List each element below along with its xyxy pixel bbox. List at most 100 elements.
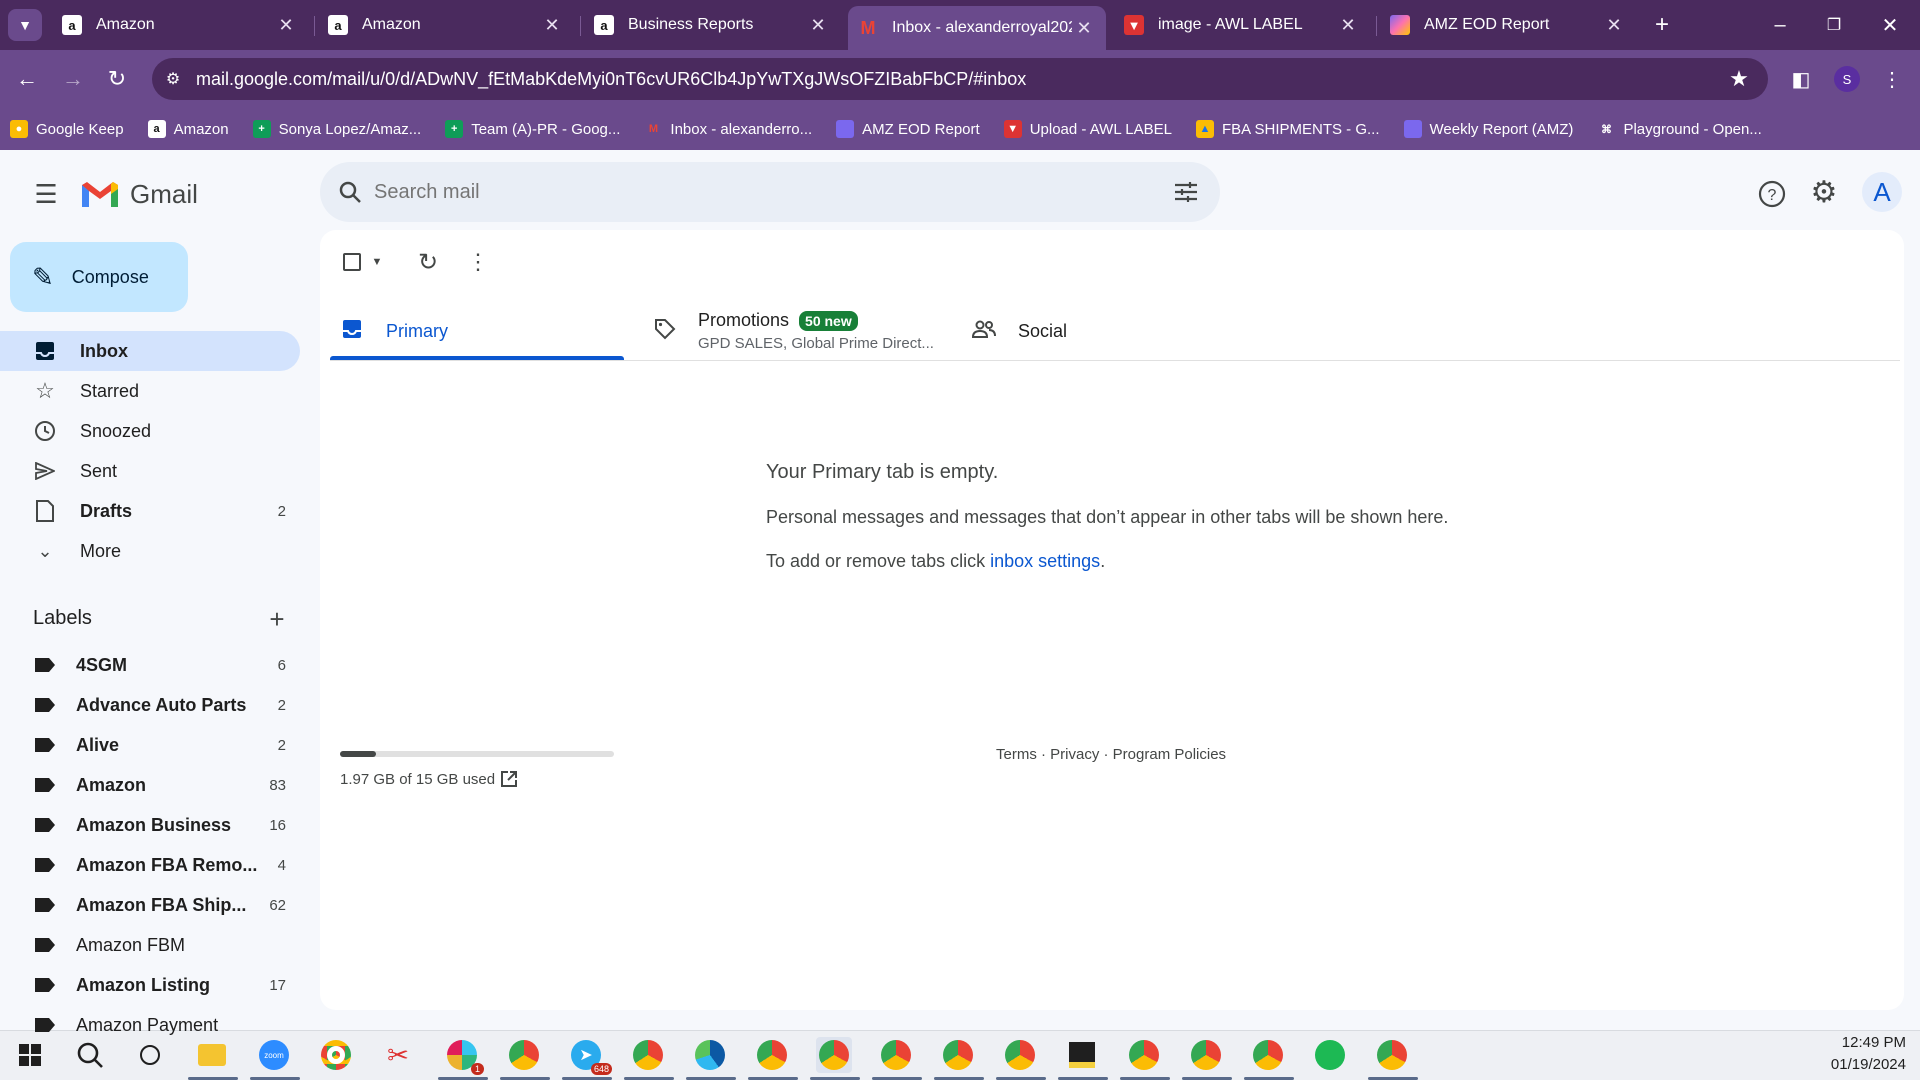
nav-item-snoozed[interactable]: Snoozed <box>0 411 300 451</box>
label-item[interactable]: Amazon FBA Ship... 62 <box>0 885 300 925</box>
bookmark-item[interactable]: ● Google Keep <box>10 120 124 138</box>
settings-gear-icon[interactable]: ⚙ <box>1804 172 1844 212</box>
open-in-new-icon[interactable] <box>498 768 520 790</box>
refresh-icon[interactable]: ↻ <box>412 246 444 278</box>
more-options-icon[interactable]: ⋮ <box>462 246 494 278</box>
browser-tab[interactable]: a Amazon ✕ <box>52 6 308 44</box>
search-options-icon[interactable] <box>1168 174 1204 210</box>
close-tab-icon[interactable]: ✕ <box>1336 15 1360 36</box>
browser-tab[interactable]: a Business Reports ✕ <box>584 6 840 44</box>
chrome-profile-icon[interactable] <box>940 1037 976 1073</box>
select-dropdown-icon[interactable]: ▼ <box>368 252 386 272</box>
chrome-profile-icon[interactable] <box>1188 1037 1224 1073</box>
reload-button[interactable]: ↻ <box>100 62 134 96</box>
minimize-button[interactable]: – <box>1760 8 1800 42</box>
tab-search-button[interactable]: ▼ <box>8 9 42 41</box>
restore-button[interactable]: ❐ <box>1814 8 1854 42</box>
chrome-profile-icon[interactable] <box>1250 1037 1286 1073</box>
chrome-profile-icon[interactable] <box>754 1037 790 1073</box>
bookmark-item[interactable]: + Team (A)-PR - Goog... <box>445 120 620 138</box>
spotify-icon[interactable] <box>1312 1037 1348 1073</box>
nav-item-starred[interactable]: ☆ Starred <box>0 371 300 411</box>
edge-icon[interactable] <box>692 1037 728 1073</box>
gmail-icon: M <box>860 17 876 38</box>
taskbar-time[interactable]: 12:49 PM <box>1840 1034 1906 1051</box>
bookmark-item[interactable]: Weekly Report (AMZ) <box>1403 120 1573 138</box>
nav-item-sent[interactable]: Sent <box>0 451 300 491</box>
label-item[interactable]: 4SGM 6 <box>0 645 300 685</box>
search-input[interactable] <box>374 174 1134 210</box>
snipping-tool-icon[interactable]: ✂ <box>380 1037 416 1073</box>
bookmark-label: Amazon <box>173 120 229 138</box>
label-item[interactable]: Advance Auto Parts 2 <box>0 685 300 725</box>
label-item[interactable]: Amazon Listing 17 <box>0 965 300 1005</box>
awl-icon: ▼ <box>1124 15 1144 35</box>
add-label-icon[interactable]: + <box>262 604 292 634</box>
chrome-profile-icon[interactable] <box>1374 1037 1410 1073</box>
bookmark-item[interactable]: ▼ Upload - AWL LABEL <box>1003 120 1172 138</box>
browser-tab[interactable]: ▼ image - AWL LABEL ✕ <box>1114 6 1370 44</box>
nav-count: 2 <box>277 502 286 520</box>
account-avatar[interactable]: A <box>1862 172 1902 212</box>
label-item[interactable]: Amazon FBA Remo... 4 <box>0 845 300 885</box>
bookmark-item[interactable]: M Inbox - alexanderro... <box>644 120 812 138</box>
sticky-notes-icon[interactable] <box>1064 1037 1100 1073</box>
new-tab-button[interactable]: + <box>1646 10 1678 40</box>
browser-tab-active[interactable]: M Inbox - alexanderroyal2023 ✕ <box>848 6 1106 50</box>
chrome-profile-icon[interactable] <box>878 1037 914 1073</box>
browser-tab[interactable]: a Amazon ✕ <box>318 6 574 44</box>
chrome-profile-icon[interactable] <box>630 1037 666 1073</box>
slack-icon[interactable]: 1 <box>444 1037 484 1075</box>
url-text[interactable]: mail.google.com/mail/u/0/d/ADwNV_fEtMabK… <box>196 69 1026 90</box>
main-menu-icon[interactable]: ☰ <box>26 174 66 214</box>
label-item[interactable]: Amazon Payment <box>0 1005 300 1045</box>
help-icon[interactable]: ? <box>1752 174 1792 214</box>
tab-promotions[interactable]: Promotions 50 new GPD SALES, Global Prim… <box>654 300 954 362</box>
side-panel-icon[interactable]: ◧ <box>1786 64 1816 94</box>
close-tab-icon[interactable]: ✕ <box>274 15 298 36</box>
bookmark-star-icon[interactable]: ★ <box>1724 64 1754 94</box>
tab-label: Primary <box>386 320 448 341</box>
close-window-button[interactable]: ✕ <box>1870 8 1910 42</box>
bookmark-item[interactable]: AMZ EOD Report <box>836 120 980 138</box>
bookmark-item[interactable]: a Amazon <box>147 120 229 138</box>
bookmark-item[interactable]: ⌘ Playground - Open... <box>1597 120 1762 138</box>
close-tab-icon[interactable]: ✕ <box>1602 15 1626 36</box>
taskbar-date[interactable]: 01/19/2024 <box>1820 1056 1906 1073</box>
chrome-profile-icon[interactable] <box>1126 1037 1162 1073</box>
tab-title: image - AWL LABEL <box>1158 16 1303 33</box>
tab-primary[interactable]: Primary <box>330 300 624 362</box>
label-count: 16 <box>269 816 286 834</box>
browser-menu-icon[interactable]: ⋮ <box>1880 64 1904 94</box>
close-tab-icon[interactable]: ✕ <box>540 15 564 36</box>
chrome-icon[interactable] <box>318 1037 354 1073</box>
chrome-profile-icon[interactable] <box>1002 1037 1038 1073</box>
empty-state-text: Personal messages and messages that don’… <box>766 507 1449 527</box>
nav-item-inbox[interactable]: Inbox <box>0 331 300 371</box>
nav-item-more[interactable]: ⌄ More <box>0 531 300 571</box>
nav-item-drafts[interactable]: Drafts 2 <box>0 491 300 531</box>
close-tab-icon[interactable]: ✕ <box>1072 18 1096 39</box>
close-tab-icon[interactable]: ✕ <box>806 15 830 36</box>
label-item[interactable]: Amazon FBM <box>0 925 300 965</box>
telegram-icon[interactable]: ➤ 648 <box>568 1037 612 1075</box>
browser-tab[interactable]: AMZ EOD Report ✕ <box>1380 6 1636 44</box>
inbox-settings-link[interactable]: inbox settings <box>990 551 1100 571</box>
footer-links[interactable]: Terms · Privacy · Program Policies <box>996 746 1226 763</box>
chrome-profile-icon[interactable] <box>816 1037 852 1073</box>
back-button[interactable]: ← <box>10 62 44 96</box>
bookmark-item[interactable]: ▲ FBA SHIPMENTS - G... <box>1195 120 1380 138</box>
label-item[interactable]: Amazon Business 16 <box>0 805 300 845</box>
site-info-icon[interactable]: ⚙ <box>160 66 186 92</box>
gmail-logo[interactable]: Gmail <box>80 174 198 214</box>
profile-avatar[interactable]: S <box>1834 66 1860 92</box>
compose-button[interactable]: ✎ Compose <box>10 242 188 312</box>
forward-button[interactable]: → <box>56 62 90 96</box>
search-icon[interactable] <box>332 174 368 210</box>
label-item[interactable]: Alive 2 <box>0 725 300 765</box>
bookmark-item[interactable]: + Sonya Lopez/Amaz... <box>252 120 421 138</box>
select-all-checkbox[interactable] <box>343 253 361 271</box>
tab-social[interactable]: Social <box>971 300 1172 362</box>
chrome-profile-icon[interactable] <box>506 1037 542 1073</box>
label-item[interactable]: Amazon 83 <box>0 765 300 805</box>
